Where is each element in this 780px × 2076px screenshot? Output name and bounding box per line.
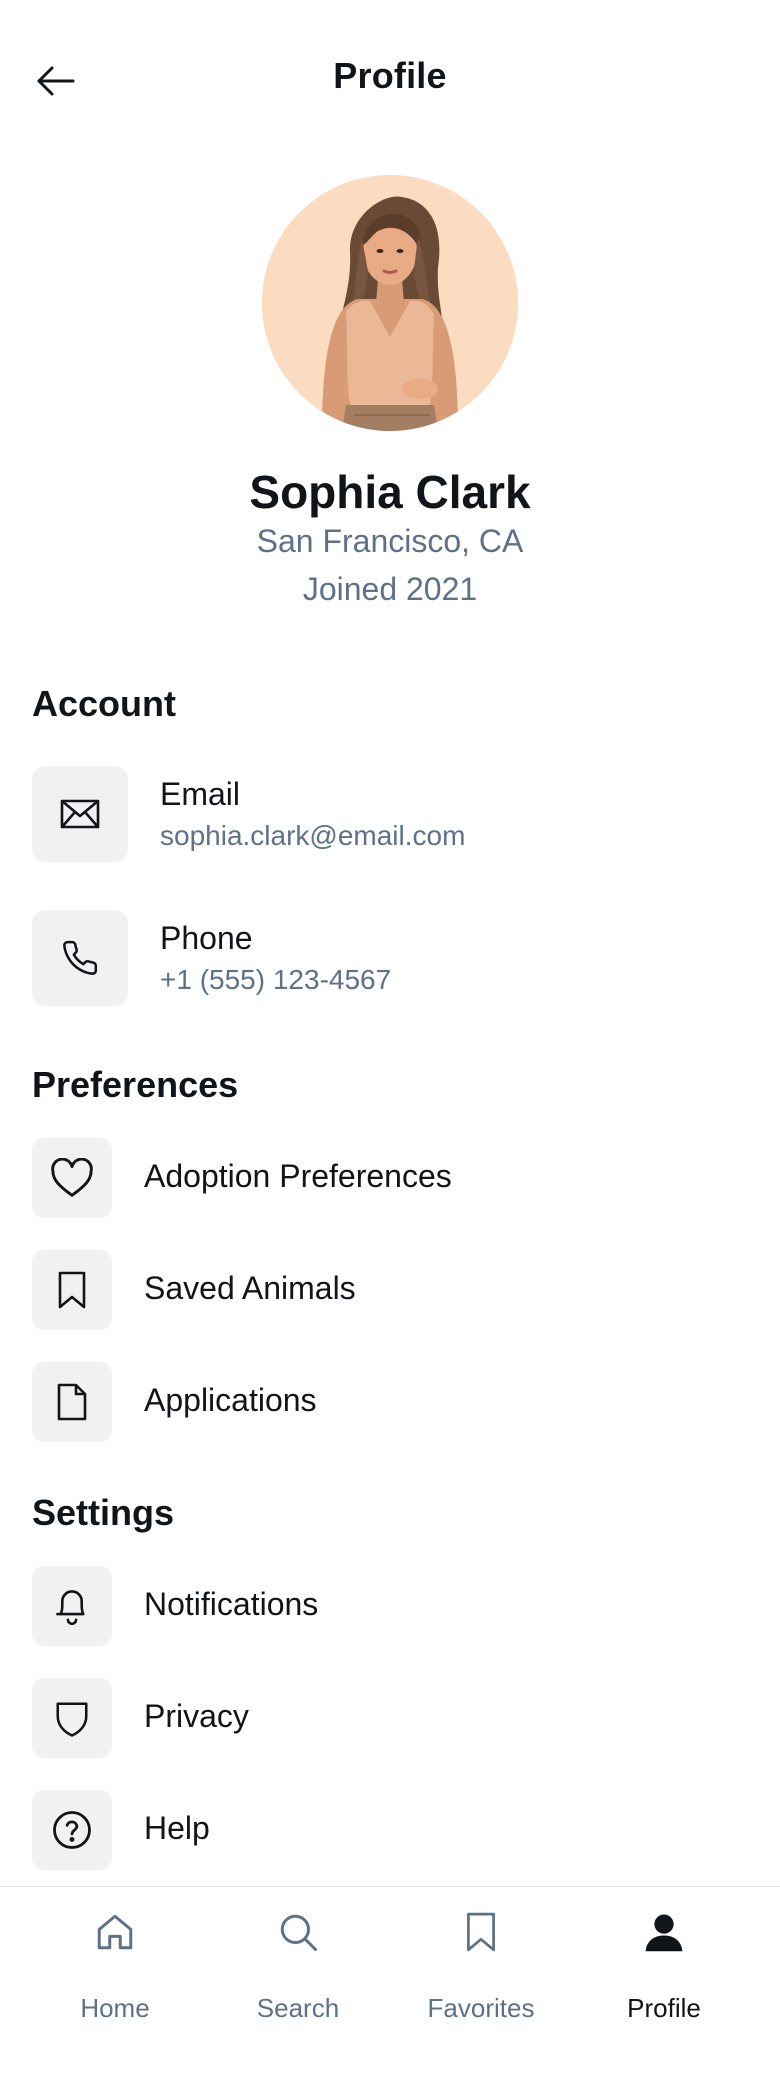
- phone-row[interactable]: Phone +1 (555) 123-4567: [32, 910, 748, 1006]
- adoption-preferences-icon-tile: [32, 1138, 112, 1218]
- help-circle-icon: [53, 1811, 91, 1849]
- email-value: sophia.clark@email.com: [160, 820, 466, 851]
- notifications-row[interactable]: Notifications: [32, 1566, 748, 1646]
- saved-animals-label: Saved Animals: [144, 1270, 356, 1306]
- shield-icon: [56, 1702, 88, 1737]
- heart-icon: [51, 1158, 93, 1197]
- nav-search[interactable]: Search: [208, 1887, 388, 2037]
- adoption-preferences-row[interactable]: Adoption Preferences: [32, 1138, 748, 1218]
- account-section-title: Account: [32, 683, 176, 724]
- bell-icon: [56, 1590, 85, 1626]
- bookmark-icon: [467, 1912, 495, 1952]
- nav-favorites-label: Favorites: [427, 1993, 535, 2023]
- nav-profile[interactable]: Profile: [574, 1887, 754, 2037]
- help-row[interactable]: Help: [32, 1790, 748, 1870]
- home-icon: [97, 1914, 133, 1950]
- profile-name: Sophia Clark: [249, 466, 531, 518]
- nav-search-label: Search: [256, 1993, 340, 2023]
- phone-icon: [63, 940, 98, 975]
- notifications-icon-tile: [32, 1566, 112, 1646]
- nav-home[interactable]: Home: [25, 1887, 205, 2037]
- help-icon-tile: [32, 1790, 112, 1870]
- help-label: Help: [144, 1810, 210, 1846]
- saved-animals-icon-tile: [32, 1250, 112, 1330]
- applications-icon-tile: [32, 1362, 112, 1442]
- applications-label: Applications: [144, 1382, 317, 1418]
- phone-label: Phone: [160, 920, 253, 956]
- email-row[interactable]: Email sophia.clark@email.com: [32, 766, 748, 862]
- notifications-label: Notifications: [144, 1586, 319, 1622]
- bookmark-icon: [58, 1271, 86, 1309]
- nav-home-label: Home: [80, 1993, 150, 2023]
- adoption-preferences-label: Adoption Preferences: [144, 1158, 452, 1194]
- bottom-navigation: Home Search Favorites Profile: [0, 1886, 780, 2076]
- avatar: [262, 175, 518, 431]
- document-icon: [57, 1383, 87, 1421]
- email-icon-tile: [32, 766, 128, 862]
- woman-portrait-illustration: [262, 175, 518, 431]
- privacy-icon-tile: [32, 1678, 112, 1758]
- privacy-label: Privacy: [144, 1698, 249, 1734]
- phone-icon-tile: [32, 910, 128, 1006]
- saved-animals-row[interactable]: Saved Animals: [32, 1250, 748, 1330]
- page-title: Profile: [333, 55, 447, 96]
- profile-joined: Joined 2021: [302, 571, 478, 607]
- profile-location: San Francisco, CA: [256, 523, 524, 559]
- settings-section-title: Settings: [32, 1492, 175, 1533]
- phone-value: +1 (555) 123-4567: [160, 964, 392, 995]
- nav-favorites[interactable]: Favorites: [391, 1887, 571, 2037]
- applications-row[interactable]: Applications: [32, 1362, 748, 1442]
- user-icon: [645, 1914, 683, 1952]
- top-app-bar: Profile: [0, 0, 780, 160]
- email-label: Email: [160, 776, 241, 812]
- nav-profile-label: Profile: [627, 1993, 701, 2023]
- search-icon: [280, 1914, 317, 1951]
- preferences-section-title: Preferences: [32, 1064, 239, 1105]
- mail-icon: [60, 799, 100, 829]
- privacy-row[interactable]: Privacy: [32, 1678, 748, 1758]
